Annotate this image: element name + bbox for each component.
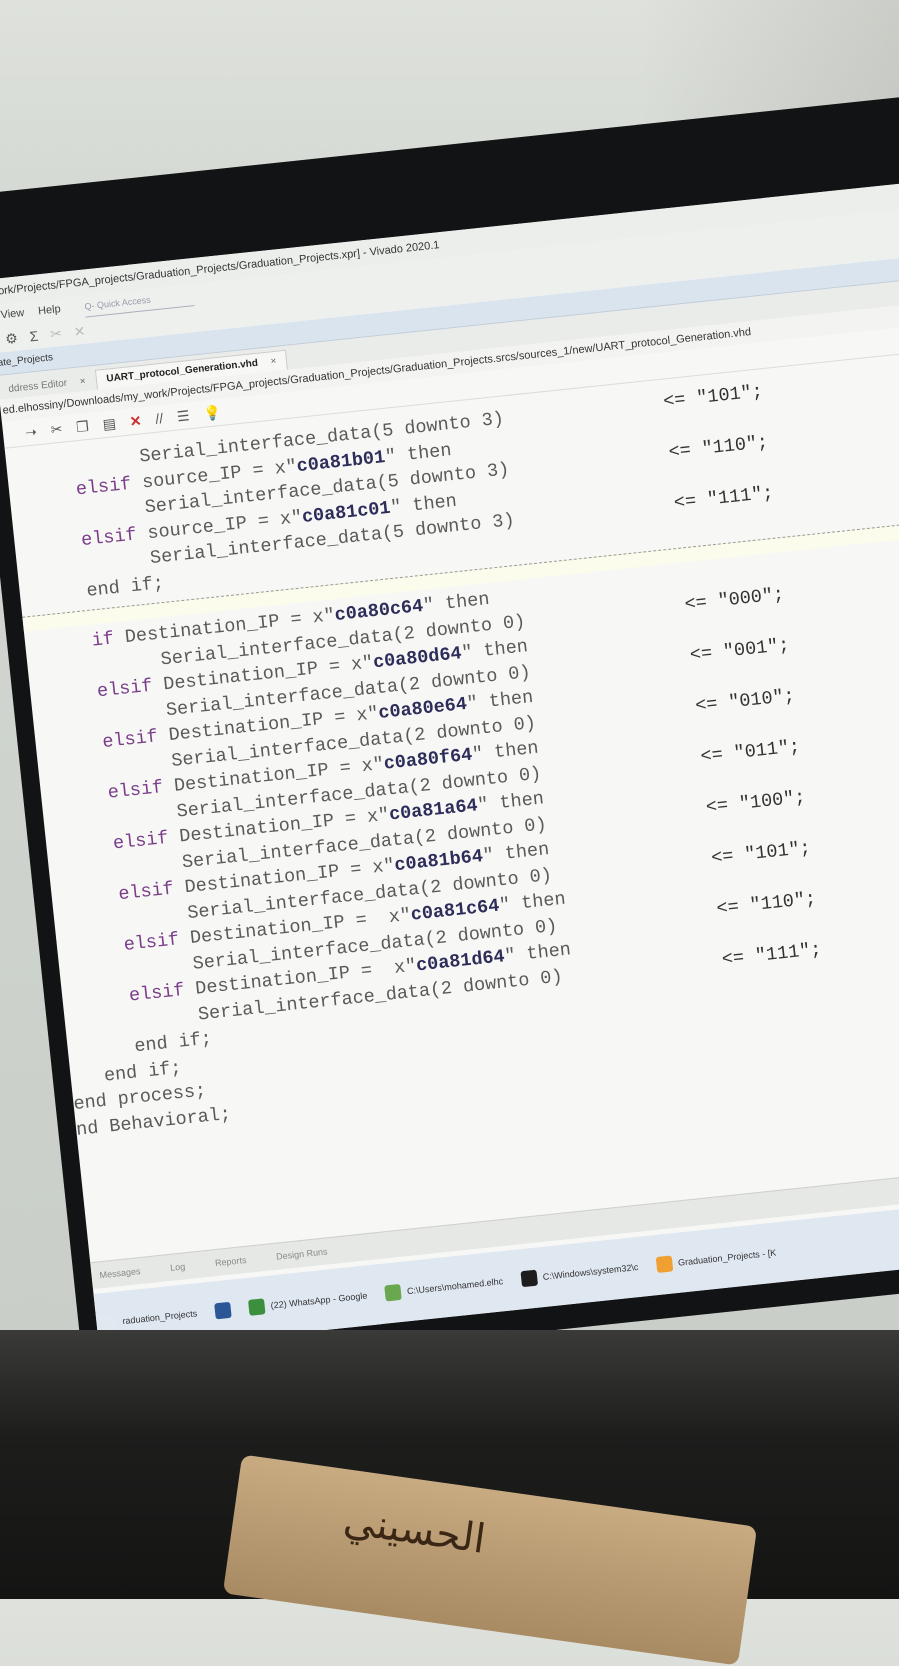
code-text: " then (465, 686, 535, 715)
cut-icon[interactable]: ✂ (50, 420, 63, 438)
code-keyword: elsif (80, 523, 138, 551)
taskbar-label: raduation_Projects (121, 1308, 198, 1327)
indent-icon[interactable]: ☰ (176, 407, 190, 425)
code-keyword: elsif (106, 777, 165, 804)
code-editor[interactable]: Serial_interface_data(5 downto 3) <= "101… (5, 346, 899, 1143)
code-keyword: elsif (128, 979, 186, 1007)
notepad-icon (384, 1283, 402, 1302)
taskbar-label: C:\Users\mohamed.elhc (406, 1276, 504, 1297)
taskbar-label: C:\Windows\system32\c (542, 1261, 639, 1282)
tab-label: ddress Editor (7, 377, 68, 395)
word-icon (214, 1301, 232, 1320)
settings-icon[interactable]: ⚙ (4, 329, 18, 347)
code-text: end if; (133, 1028, 213, 1058)
code-keyword: elsif (117, 878, 175, 906)
code-text: " then (481, 839, 551, 867)
comment-icon[interactable]: // (155, 410, 164, 427)
delete-icon[interactable]: ✕ (129, 412, 142, 430)
taskbar-item[interactable]: raduation_Projects (99, 1305, 198, 1332)
nameplate-text: الحسيني (340, 1497, 489, 1563)
code-keyword: elsif (74, 473, 133, 500)
disabled-tool-icon: ✂ (49, 324, 63, 342)
close-icon[interactable]: × (79, 376, 86, 388)
code-text: " then (503, 939, 572, 968)
close-icon[interactable]: × (270, 356, 277, 368)
taskbar-item[interactable]: C:\Users\mohamed.elhc (384, 1273, 504, 1302)
code-text: " then (460, 636, 529, 665)
code-keyword: elsif (112, 827, 170, 855)
taskbar-label: (22) WhatsApp - Google (270, 1290, 368, 1311)
tab-log[interactable]: Log (170, 1261, 186, 1273)
tab-reports[interactable]: Reports (214, 1255, 246, 1268)
code-keyword: elsif (122, 929, 181, 956)
tab-messages[interactable]: Messages (99, 1266, 141, 1280)
arrow-icon[interactable]: ➝ (24, 423, 37, 441)
taskbar-item[interactable]: Graduation_Projects - [K (655, 1245, 777, 1274)
code-keyword: elsif (96, 675, 154, 703)
disabled-close-icon: ✕ (72, 322, 87, 340)
copy-icon[interactable]: ❐ (75, 417, 89, 435)
vivado-icon (99, 1313, 118, 1332)
terminal-icon (520, 1269, 538, 1288)
code-text: " then (471, 737, 540, 766)
taskbar-item[interactable] (214, 1301, 232, 1320)
monitor: work/Projects/FPGA_projects/Graduation_P… (0, 91, 899, 1380)
taskbar-item[interactable]: C:\Windows\system32\c (520, 1259, 639, 1288)
menu-item-help[interactable]: Help (37, 298, 62, 322)
code-text: " then (498, 888, 567, 917)
code-text: " then (476, 788, 545, 817)
paste-icon[interactable]: ▤ (102, 414, 117, 432)
taskbar-label: Graduation_Projects - [K (677, 1247, 777, 1268)
taskbar-item[interactable]: (22) WhatsApp - Google (248, 1287, 368, 1316)
tab-design-runs[interactable]: Design Runs (276, 1246, 328, 1261)
code-text: " then (422, 588, 491, 617)
code-keyword: if (90, 628, 116, 652)
vivado-icon (655, 1255, 673, 1274)
vivado-window: work/Projects/FPGA_projects/Graduation_P… (0, 177, 899, 1354)
chrome-icon (248, 1298, 266, 1316)
lightbulb-icon[interactable]: 💡 (203, 403, 222, 422)
code-keyword: elsif (101, 726, 159, 754)
menu-item-view[interactable]: View (0, 302, 25, 326)
sigma-icon[interactable]: Σ (29, 328, 39, 345)
code-text: end if; (85, 572, 165, 602)
